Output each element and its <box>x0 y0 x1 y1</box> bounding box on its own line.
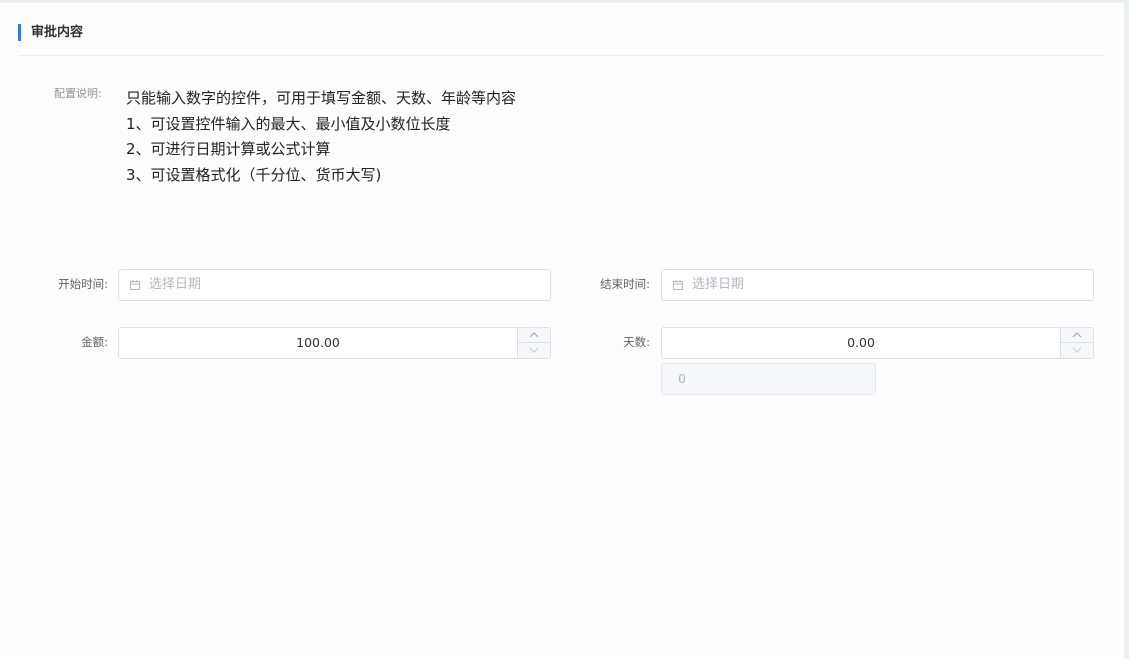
days-computed-field: 0 <box>661 363 876 395</box>
config-line: 只能输入数字的控件，可用于填写金额、天数、年龄等内容 <box>126 89 517 107</box>
config-line: 3、可设置格式化（千分位、货币大写) <box>126 165 382 184</box>
amount-decrease-button[interactable] <box>518 343 550 358</box>
start-time-label: 开始时间: <box>58 277 108 291</box>
days-value[interactable]: 0.00 <box>662 335 1060 351</box>
config-line: 2、可进行日期计算或公式计算 <box>126 140 331 158</box>
amount-stepper <box>517 328 550 358</box>
end-time-picker[interactable]: 选择日期 <box>661 269 1094 301</box>
end-time-placeholder: 选择日期 <box>692 277 745 292</box>
section-title: 审批内容 <box>31 25 84 40</box>
section-header: 审批内容 <box>18 23 1104 56</box>
days-computed-value: 0 <box>678 371 686 386</box>
start-time-picker[interactable]: 选择日期 <box>118 269 551 301</box>
amount-value[interactable]: 100.00 <box>119 335 517 351</box>
config-description: 只能输入数字的控件，可用于填写金额、天数、年龄等内容 1、可设置控件输入的最大、… <box>126 86 516 188</box>
days-increase-button[interactable] <box>1061 328 1093 343</box>
calendar-icon <box>130 280 140 290</box>
end-time-label: 结束时间: <box>600 277 650 291</box>
amount-label: 金额: <box>81 335 108 349</box>
days-stepper <box>1060 328 1093 358</box>
days-input[interactable]: 0.00 <box>661 327 1094 359</box>
chevron-down-icon <box>529 347 539 353</box>
start-time-placeholder: 选择日期 <box>149 277 202 292</box>
days-decrease-button[interactable] <box>1061 343 1093 358</box>
chevron-down-icon <box>1072 347 1082 353</box>
amount-increase-button[interactable] <box>518 328 550 343</box>
section-accent-bar <box>18 24 21 41</box>
chevron-up-icon <box>529 332 539 338</box>
config-label: 配置说明: <box>54 87 102 100</box>
approval-panel: 审批内容 配置说明: 只能输入数字的控件，可用于填写金额、天数、年龄等内容 1、… <box>0 3 1124 659</box>
amount-input[interactable]: 100.00 <box>118 327 551 359</box>
config-line: 1、可设置控件输入的最大、最小值及小数位长度 <box>126 114 451 133</box>
days-label: 天数: <box>623 335 650 349</box>
calendar-icon <box>673 280 683 290</box>
chevron-up-icon <box>1072 332 1082 338</box>
